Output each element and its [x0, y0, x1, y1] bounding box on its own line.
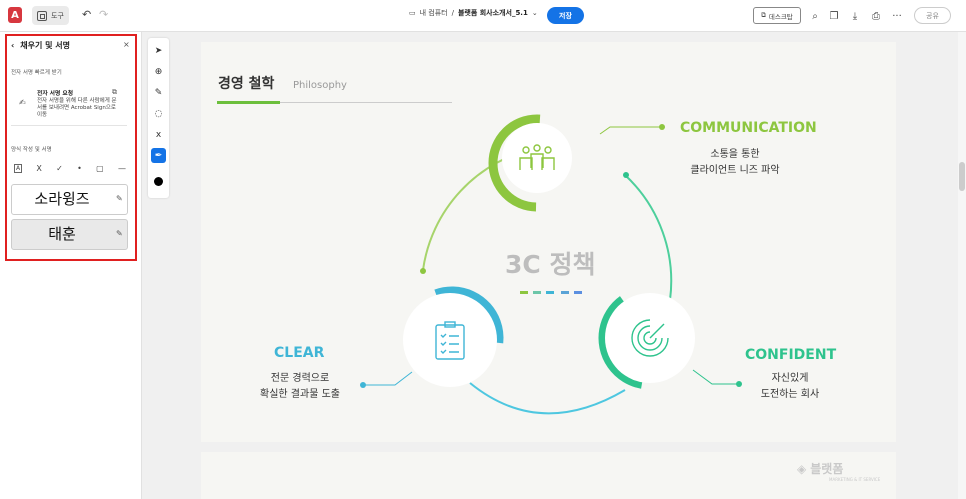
watermark-subtitle: MARKETING & IT SERVICE [829, 477, 881, 482]
target-icon [631, 319, 669, 357]
communication-label: COMMUNICATION [680, 120, 817, 136]
leader-line [692, 369, 739, 385]
arc-dot [623, 172, 629, 178]
confident-desc-1: 자신있게 [771, 373, 809, 384]
vertical-scrollbar[interactable] [958, 32, 966, 499]
center-title: 3C 정책 [505, 250, 596, 279]
leader-line [363, 371, 413, 386]
diagram-graphic [360, 114, 742, 415]
scrollbar-thumb[interactable] [959, 162, 965, 191]
confident-desc-2: 도전하는 회사 [760, 389, 820, 400]
leader-line [599, 126, 662, 135]
color-dashes [520, 291, 582, 294]
communication-desc-1: 소통을 통한 [710, 149, 760, 160]
arc-confident [624, 174, 673, 301]
watermark: ◈ 블랫폼 [797, 460, 843, 477]
clear-label: CLEAR [274, 345, 325, 361]
watermark-logo-icon: ◈ [797, 461, 807, 476]
arc-dot [420, 268, 426, 274]
arc-clear [469, 382, 626, 415]
node-clear [403, 293, 497, 387]
watermark-text: 블랫폼 [810, 462, 844, 476]
confident-label: CONFIDENT [745, 347, 837, 363]
communication-desc-2: 클라이언트 니즈 파악 [690, 165, 780, 176]
clear-desc-2: 확실한 결과물 도출 [260, 389, 340, 400]
node-communication [502, 123, 572, 193]
clear-desc-1: 전문 경력으로 [270, 373, 330, 384]
